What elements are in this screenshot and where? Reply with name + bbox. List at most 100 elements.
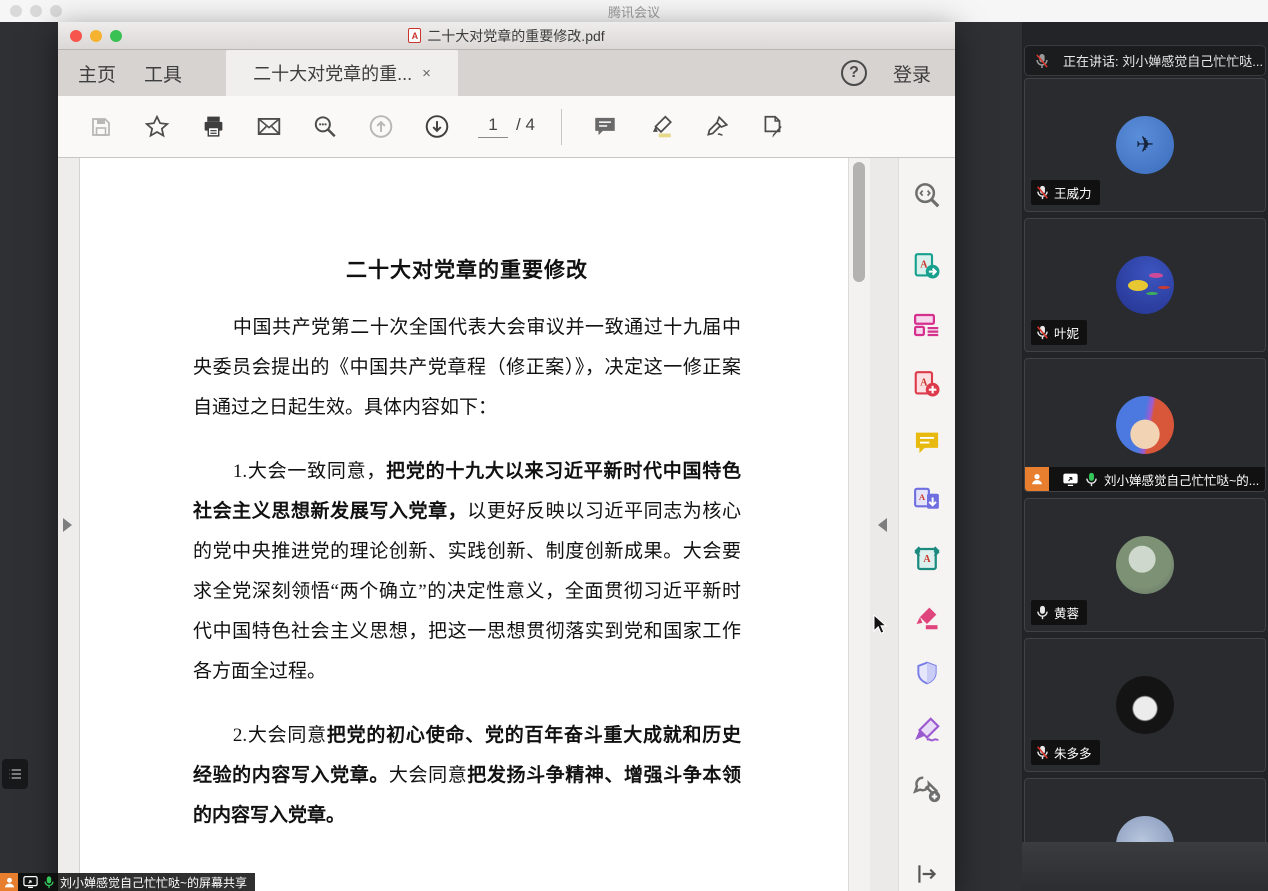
- tab-tools[interactable]: 工具: [130, 50, 196, 96]
- email-icon[interactable]: [256, 114, 282, 140]
- host-badge-icon: [0, 873, 18, 891]
- avatar: [1116, 536, 1174, 594]
- share-banner-text: 刘小婵感觉自己忙忙哒~的屏幕共享: [60, 874, 247, 891]
- find-icon[interactable]: [912, 180, 942, 210]
- pdf-file-icon: A: [408, 28, 421, 43]
- tools-rail: A A A A: [898, 158, 955, 891]
- participant-name: 王威力: [1054, 183, 1092, 202]
- star-icon[interactable]: [144, 114, 170, 140]
- document-scrollbar[interactable]: [848, 158, 870, 891]
- screen-share-icon: [23, 876, 38, 888]
- participant-tile[interactable]: 叶妮: [1024, 218, 1266, 352]
- participant-tile[interactable]: 朱多多: [1024, 638, 1266, 772]
- previous-page-icon[interactable]: [368, 114, 394, 140]
- save-icon[interactable]: [88, 114, 114, 140]
- avatar: [1116, 816, 1174, 842]
- participant-label: 王威力: [1031, 180, 1100, 205]
- combine-files-icon[interactable]: A: [912, 485, 942, 515]
- participant-tile[interactable]: ✈ 王威力: [1024, 78, 1266, 212]
- compress-pdf-icon[interactable]: A: [912, 544, 942, 574]
- participant-name: 叶妮: [1054, 323, 1079, 342]
- create-pdf-icon[interactable]: A: [912, 369, 942, 399]
- nav-pane-strip[interactable]: [58, 158, 80, 891]
- help-icon[interactable]: ?: [841, 60, 867, 86]
- svg-text:A: A: [919, 492, 926, 502]
- app-title: 腾讯会议: [0, 2, 1268, 21]
- page-total: / 4: [516, 115, 535, 135]
- pdf-content-area: 二十大对党章的重要修改 中国共产党第二十次全国代表大会审议并一致通过十九届中央委…: [58, 158, 955, 891]
- avatar: [1116, 396, 1174, 454]
- print-icon[interactable]: [200, 114, 226, 140]
- mic-muted-icon: [1036, 185, 1049, 200]
- doc-paragraph: 1.大会一致同意，把党的十九大以来习近平新时代中国特色社会主义思想新发展写入党章…: [193, 452, 741, 692]
- participant-label: 黄蓉: [1031, 600, 1087, 625]
- screen-share-stage: A 二十大对党章的重要修改.pdf 主页 工具 二十大对党章的重... × ? …: [0, 22, 1022, 891]
- document-title: 二十大对党章的重要修改: [193, 254, 741, 284]
- more-tools-icon[interactable]: [912, 774, 942, 804]
- mic-muted-icon: [1036, 325, 1049, 340]
- highlight-icon[interactable]: [648, 114, 674, 140]
- tab-close-icon[interactable]: ×: [422, 65, 431, 82]
- participant-tile[interactable]: 刘小婵感觉自己忙忙哒~的...: [1024, 358, 1266, 492]
- tab-home[interactable]: 主页: [64, 50, 130, 96]
- collapse-tools-icon[interactable]: [878, 518, 887, 532]
- organize-pages-icon[interactable]: [912, 310, 942, 340]
- participant-name: 刘小婵感觉自己忙忙哒~的...: [1104, 470, 1259, 489]
- edit-document-icon[interactable]: [760, 114, 786, 140]
- doc-paragraph: 2.大会同意把党的初心使命、党的百年奋斗重大成就和历史经验的内容写入党章。大会同…: [193, 716, 741, 836]
- fill-sign-icon[interactable]: [912, 715, 942, 745]
- search-icon[interactable]: [312, 114, 338, 140]
- participant-tiles: ✈ 王威力 叶妮 刘小婵感觉自己忙忙哒~的...: [1024, 78, 1266, 842]
- participant-label: 叶妮: [1031, 320, 1087, 345]
- comment-icon[interactable]: [592, 114, 618, 140]
- page-indicator: 1 / 4: [478, 115, 535, 138]
- next-page-icon[interactable]: [424, 114, 450, 140]
- participant-tile[interactable]: 黄蓉: [1024, 498, 1266, 632]
- participant-list-button[interactable]: [2, 759, 28, 789]
- tools-panel-gutter: [870, 158, 898, 891]
- participant-tile[interactable]: [1024, 778, 1266, 842]
- page-number-input[interactable]: 1: [478, 115, 508, 138]
- document-tab[interactable]: 二十大对党章的重... ×: [226, 50, 458, 96]
- toolbar-divider: [561, 109, 562, 145]
- avatar: [1116, 256, 1174, 314]
- document-text: 二十大对党章的重要修改 中国共产党第二十次全国代表大会审议并一致通过十九届中央委…: [193, 158, 741, 891]
- participant-name: 朱多多: [1054, 743, 1092, 762]
- pdf-window-title-text: 二十大对党章的重要修改.pdf: [427, 26, 604, 46]
- mic-muted-icon: [1035, 53, 1049, 69]
- participant-name: 黄蓉: [1054, 603, 1079, 622]
- avatar: ✈: [1116, 116, 1174, 174]
- document-page[interactable]: 二十大对党章的重要修改 中国共产党第二十次全国代表大会审议并一致通过十九届中央委…: [80, 158, 848, 891]
- sign-pen-icon[interactable]: [704, 114, 730, 140]
- comment-tool-icon[interactable]: [912, 428, 942, 456]
- meeting-app-titlebar: 腾讯会议: [0, 0, 1268, 22]
- login-button[interactable]: 登录: [893, 60, 931, 87]
- doc-paragraph: 中国共产党第二十次全国代表大会审议并一致通过十九届中央委员会提出的《中国共产党章…: [193, 308, 741, 428]
- pdf-window-title: A 二十大对党章的重要修改.pdf: [58, 26, 955, 46]
- pdf-window: A 二十大对党章的重要修改.pdf 主页 工具 二十大对党章的重... × ? …: [58, 22, 955, 891]
- export-pdf-icon[interactable]: A: [912, 251, 942, 281]
- document-tab-label: 二十大对党章的重...: [253, 60, 412, 86]
- expand-nav-icon[interactable]: [63, 518, 72, 532]
- mic-on-icon: [43, 876, 55, 889]
- speaking-banner-text: 正在讲话: 刘小婵感觉自己忙忙哒...: [1063, 51, 1263, 70]
- mic-on-icon: [1085, 472, 1098, 487]
- avatar: [1116, 676, 1174, 734]
- open-panel-icon[interactable]: [912, 861, 942, 887]
- pdf-toolbar: 1 / 4: [58, 96, 955, 158]
- screen-share-icon: [1062, 473, 1079, 486]
- meeting-sidebar: 正在讲话: 刘小婵感觉自己忙忙哒... ✈ 王威力 叶妮: [1022, 22, 1268, 891]
- mic-muted-icon: [1036, 745, 1049, 760]
- participant-label: 朱多多: [1031, 740, 1100, 765]
- pdf-titlebar[interactable]: A 二十大对党章的重要修改.pdf: [58, 22, 955, 50]
- host-badge-icon: [1025, 467, 1049, 491]
- panel-footer: [1022, 842, 1268, 891]
- pdf-tab-bar: 主页 工具 二十大对党章的重... × ? 登录: [58, 50, 955, 96]
- mouse-cursor: [872, 614, 890, 636]
- participant-label: 刘小婵感觉自己忙忙哒~的...: [1025, 467, 1266, 491]
- protect-icon[interactable]: [912, 660, 942, 686]
- svg-text:A: A: [923, 554, 931, 565]
- scrollbar-thumb[interactable]: [853, 162, 865, 282]
- redact-icon[interactable]: [912, 603, 942, 631]
- mic-on-icon: [1036, 605, 1049, 620]
